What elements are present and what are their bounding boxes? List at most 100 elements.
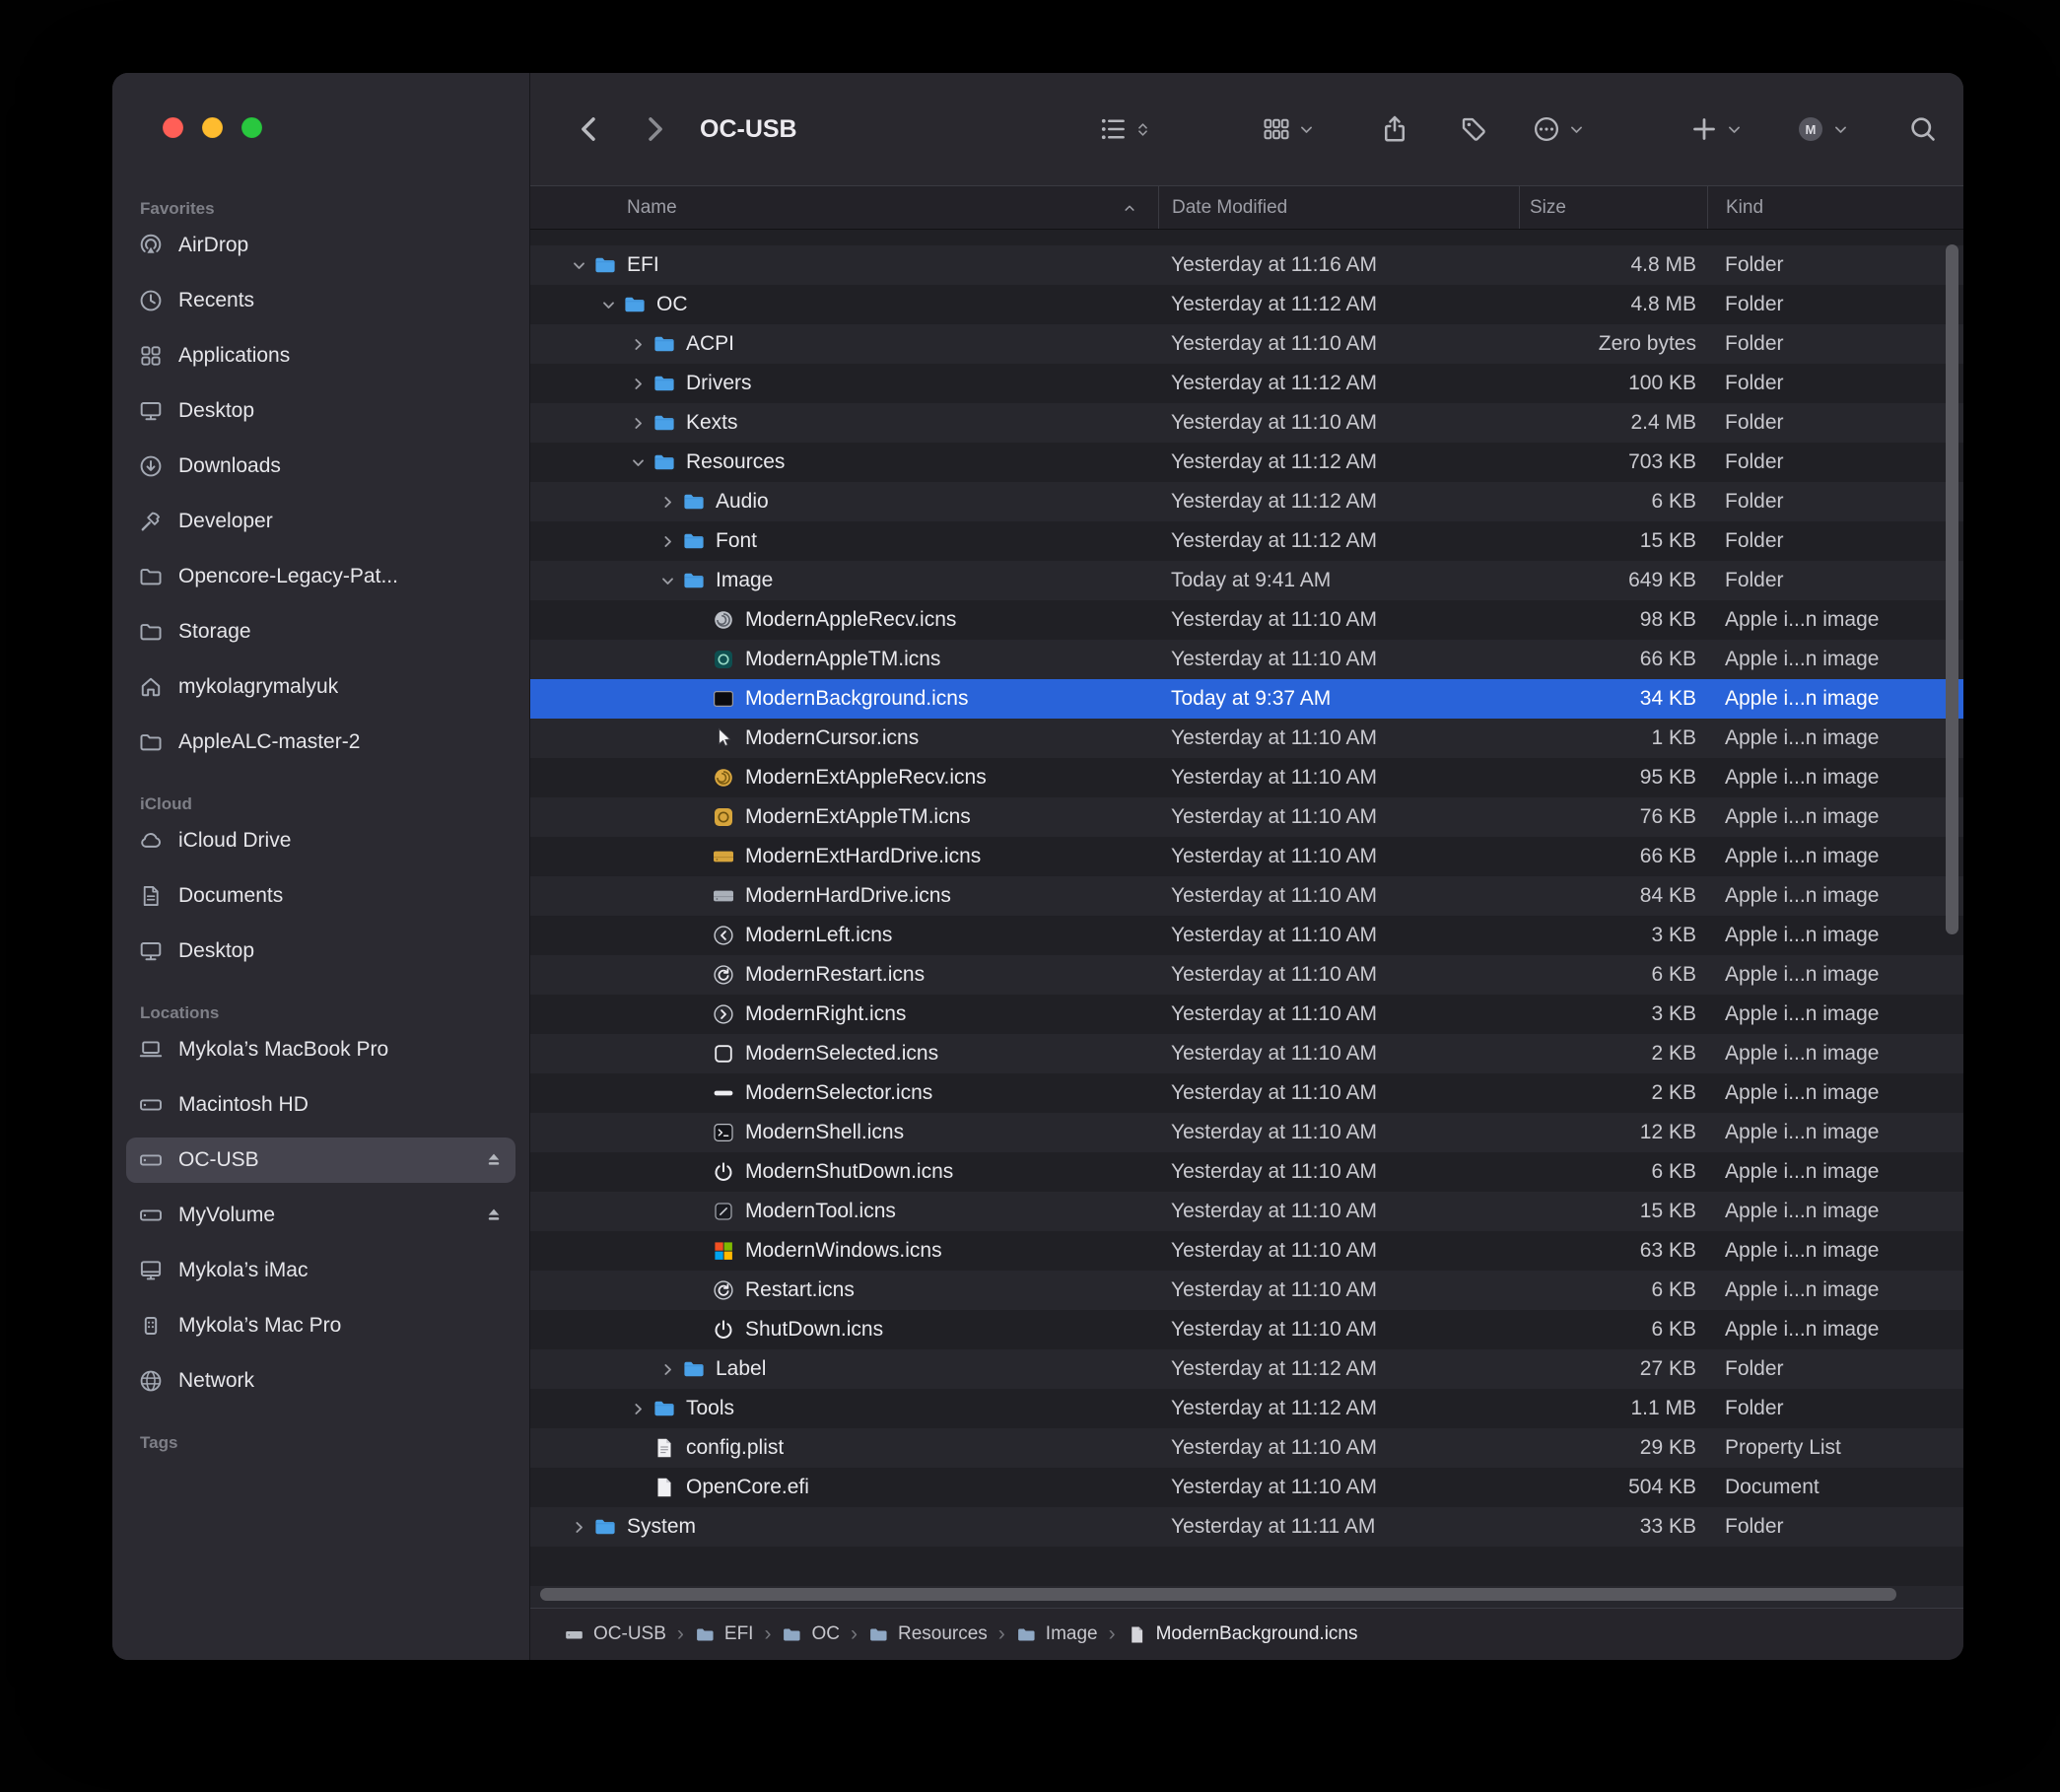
sidebar-item-applealc-master-2[interactable]: AppleALC-master-2 (126, 720, 515, 765)
file-row-font[interactable]: FontYesterday at 11:12 AM15 KBFolder (530, 521, 1963, 561)
sidebar-item-mykola-s-mac-pro[interactable]: Mykola’s Mac Pro (126, 1303, 515, 1348)
close-window-button[interactable] (163, 117, 183, 138)
back-button[interactable] (574, 113, 605, 145)
search-button[interactable] (1908, 114, 1938, 144)
account-button[interactable]: M (1796, 114, 1849, 144)
file-row-modernextapplerecv-icns[interactable]: ModernExtAppleRecv.icnsYesterday at 11:1… (530, 758, 1963, 797)
file-row-modernright-icns[interactable]: ModernRight.icnsYesterday at 11:10 AM3 K… (530, 995, 1963, 1034)
sidebar-item-mykola-s-imac[interactable]: Mykola’s iMac (126, 1248, 515, 1293)
disclosure-open-icon[interactable] (566, 258, 591, 273)
disclosure-closed-icon[interactable] (625, 337, 651, 352)
disclosure-closed-icon[interactable] (654, 534, 680, 549)
sidebar-item-recents[interactable]: Recents (126, 278, 515, 323)
column-header-label: Date Modified (1172, 197, 1287, 219)
sidebar-item-developer[interactable]: Developer (126, 499, 515, 544)
disclosure-open-icon[interactable] (595, 298, 621, 312)
column-header-date-modified[interactable]: Date Modified (1158, 186, 1519, 229)
sidebar-item-macintosh-hd[interactable]: Macintosh HD (126, 1082, 515, 1128)
path-item-resources[interactable]: Resources (868, 1623, 988, 1645)
file-row-acpi[interactable]: ACPIYesterday at 11:10 AMZero bytesFolde… (530, 324, 1963, 364)
file-kind: Folder (1707, 490, 1963, 514)
disclosure-closed-icon[interactable] (654, 495, 680, 510)
sidebar-item-opencore-legacy-pat[interactable]: Opencore-Legacy-Pat... (126, 554, 515, 599)
file-name: OC (656, 293, 688, 316)
path-item-modernbackground-icns[interactable]: ModernBackground.icns (1127, 1623, 1358, 1645)
file-row-modernselected-icns[interactable]: ModernSelected.icnsYesterday at 11:10 AM… (530, 1034, 1963, 1073)
minimize-window-button[interactable] (202, 117, 223, 138)
sidebar-item-label: Macintosh HD (178, 1093, 309, 1117)
view-options-control[interactable] (1098, 114, 1151, 144)
disclosure-open-icon[interactable] (625, 455, 651, 470)
file-row-config-plist[interactable]: config.plistYesterday at 11:10 AM29 KBPr… (530, 1428, 1963, 1468)
file-row-modernbackground-icns[interactable]: ModernBackground.icnsToday at 9:37 AM34 … (530, 679, 1963, 719)
sidebar-item-label: iCloud Drive (178, 829, 291, 853)
eject-icon[interactable] (484, 1150, 504, 1170)
path-item-image[interactable]: Image (1016, 1623, 1098, 1645)
file-row-moderncursor-icns[interactable]: ModernCursor.icnsYesterday at 11:10 AM1 … (530, 719, 1963, 758)
sidebar-item-desktop[interactable]: Desktop (126, 929, 515, 974)
path-item-oc-usb[interactable]: OC-USB (564, 1623, 666, 1645)
file-row-resources[interactable]: ResourcesYesterday at 11:12 AM703 KBFold… (530, 443, 1963, 482)
disclosure-open-icon[interactable] (654, 574, 680, 588)
sidebar-item-myvolume[interactable]: MyVolume (126, 1193, 515, 1238)
file-row-oc[interactable]: OCYesterday at 11:12 AM4.8 MBFolder (530, 285, 1963, 324)
file-kind: Apple i...n image (1707, 1002, 1963, 1026)
disclosure-closed-icon[interactable] (625, 1402, 651, 1416)
sidebar-item-downloads[interactable]: Downloads (126, 444, 515, 489)
file-row-moderntool-icns[interactable]: ModernTool.icnsYesterday at 11:10 AM15 K… (530, 1192, 1963, 1231)
file-row-modernrestart-icns[interactable]: ModernRestart.icnsYesterday at 11:10 AM6… (530, 955, 1963, 995)
file-row-label[interactable]: LabelYesterday at 11:12 AM27 KBFolder (530, 1349, 1963, 1389)
new-item-button[interactable] (1689, 114, 1743, 144)
file-row-drivers[interactable]: DriversYesterday at 11:12 AM100 KBFolder (530, 364, 1963, 403)
file-row-kexts[interactable]: KextsYesterday at 11:10 AM2.4 MBFolder (530, 403, 1963, 443)
file-row-restart-icns[interactable]: Restart.icnsYesterday at 11:10 AM6 KBApp… (530, 1271, 1963, 1310)
file-row-opencore-efi[interactable]: OpenCore.efiYesterday at 11:10 AM504 KBD… (530, 1468, 1963, 1507)
disclosure-closed-icon[interactable] (625, 377, 651, 391)
tags-button[interactable] (1459, 114, 1488, 144)
file-row-modernappletm-icns[interactable]: ModernAppleTM.icnsYesterday at 11:10 AM6… (530, 640, 1963, 679)
sidebar-item-storage[interactable]: Storage (126, 609, 515, 655)
eject-icon[interactable] (484, 1206, 504, 1225)
cursor-icon (710, 726, 737, 750)
disclosure-closed-icon[interactable] (654, 1362, 680, 1377)
sidebar-item-mykolagrymalyuk[interactable]: mykolagrymalyuk (126, 664, 515, 710)
file-row-shutdown-icns[interactable]: ShutDown.icnsYesterday at 11:10 AM6 KBAp… (530, 1310, 1963, 1349)
share-button[interactable] (1380, 114, 1409, 144)
file-row-modernextappletm-icns[interactable]: ModernExtAppleTM.icnsYesterday at 11:10 … (530, 797, 1963, 837)
file-row-modernharddrive-icns[interactable]: ModernHardDrive.icnsYesterday at 11:10 A… (530, 876, 1963, 916)
file-row-system[interactable]: SystemYesterday at 11:11 AM33 KBFolder (530, 1507, 1963, 1547)
sidebar-item-oc-usb[interactable]: OC-USB (126, 1137, 515, 1183)
file-row-modernextharddrive-icns[interactable]: ModernExtHardDrive.icnsYesterday at 11:1… (530, 837, 1963, 876)
file-row-audio[interactable]: AudioYesterday at 11:12 AM6 KBFolder (530, 482, 1963, 521)
file-row-modernselector-icns[interactable]: ModernSelector.icnsYesterday at 11:10 AM… (530, 1073, 1963, 1113)
group-by-control[interactable] (1262, 114, 1315, 144)
path-item-efi[interactable]: EFI (695, 1623, 754, 1645)
column-header-size[interactable]: Size (1519, 186, 1707, 229)
file-row-modernshell-icns[interactable]: ModernShell.icnsYesterday at 11:10 AM12 … (530, 1113, 1963, 1152)
zoom-window-button[interactable] (241, 117, 262, 138)
sidebar-item-applications[interactable]: Applications (126, 333, 515, 379)
file-row-modernwindows-icns[interactable]: ModernWindows.icnsYesterday at 11:10 AM6… (530, 1231, 1963, 1271)
file-row-image[interactable]: ImageToday at 9:41 AM649 KBFolder (530, 561, 1963, 600)
sidebar-item-mykola-s-macbook-pro[interactable]: Mykola’s MacBook Pro (126, 1027, 515, 1072)
more-actions-button[interactable] (1532, 114, 1585, 144)
horizontal-scrollbar[interactable] (540, 1588, 1896, 1601)
sidebar-item-icloud-drive[interactable]: iCloud Drive (126, 818, 515, 863)
disclosure-closed-icon[interactable] (625, 416, 651, 431)
vertical-scrollbar[interactable] (1946, 244, 1958, 934)
file-row-modernapplerecv-icns[interactable]: ModernAppleRecv.icnsYesterday at 11:10 A… (530, 600, 1963, 640)
sidebar-item-network[interactable]: Network (126, 1358, 515, 1404)
file-row-modernleft-icns[interactable]: ModernLeft.icnsYesterday at 11:10 AM3 KB… (530, 916, 1963, 955)
sidebar-item-airdrop[interactable]: AirDrop (126, 223, 515, 268)
sidebar-item-desktop[interactable]: Desktop (126, 388, 515, 434)
file-row-efi[interactable]: EFIYesterday at 11:16 AM4.8 MBFolder (530, 245, 1963, 285)
forward-button[interactable] (639, 113, 670, 145)
disclosure-closed-icon[interactable] (566, 1520, 591, 1535)
file-row-tools[interactable]: ToolsYesterday at 11:12 AM1.1 MBFolder (530, 1389, 1963, 1428)
sidebar-item-documents[interactable]: Documents (126, 873, 515, 919)
file-row-modernshutdown-icns[interactable]: ModernShutDown.icnsYesterday at 11:10 AM… (530, 1152, 1963, 1192)
folder-icon (591, 1515, 619, 1539)
column-header-name[interactable]: Name (530, 186, 1158, 229)
path-item-oc[interactable]: OC (782, 1623, 840, 1645)
column-header-kind[interactable]: Kind (1707, 186, 1963, 229)
